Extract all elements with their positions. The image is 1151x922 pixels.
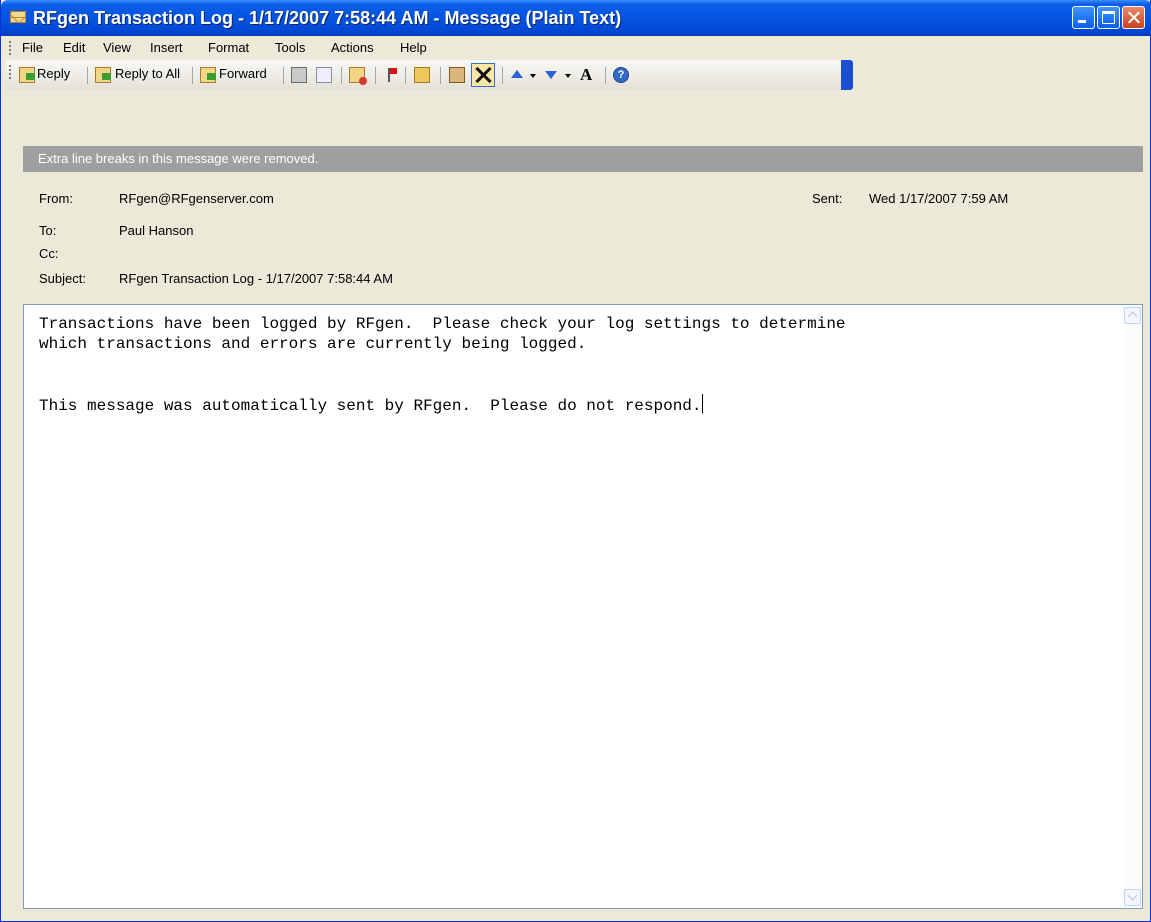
message-body[interactable]: Transactions have been logged by RFgen. … <box>23 304 1143 909</box>
cc-label: Cc: <box>39 246 59 261</box>
printer-icon[interactable] <box>291 67 307 83</box>
menu-file[interactable]: File <box>22 40 43 55</box>
envelope-icon <box>10 11 26 23</box>
toolbar-separator <box>87 67 88 84</box>
body-line-2: which transactions and errors are curren… <box>39 335 587 353</box>
menubar-grip[interactable] <box>9 41 11 55</box>
scroll-down-icon[interactable] <box>1124 889 1141 906</box>
previous-dropdown-icon[interactable] <box>530 74 536 78</box>
next-dropdown-icon[interactable] <box>565 74 571 78</box>
help-icon[interactable]: ? <box>613 67 629 83</box>
next-item-icon[interactable] <box>543 67 559 83</box>
text-caret <box>701 394 703 413</box>
toolbar-separator <box>341 67 342 84</box>
toolbar-separator <box>502 67 503 84</box>
menu-actions[interactable]: Actions <box>331 40 374 55</box>
toolbar-separator <box>375 67 376 84</box>
toolbar-separator <box>283 67 284 84</box>
minimize-button[interactable] <box>1072 6 1095 29</box>
menu-edit[interactable]: Edit <box>63 40 85 55</box>
sent-label: Sent: <box>812 191 843 206</box>
reply-icon[interactable] <box>19 67 35 83</box>
toolbar-separator <box>192 67 193 84</box>
toolbar-grip[interactable] <box>9 65 11 79</box>
from-value[interactable]: RFgen@RFgenserver.com <box>119 191 274 206</box>
reply-button[interactable]: Reply <box>37 66 70 81</box>
subject-value: RFgen Transaction Log - 1/17/2007 7:58:4… <box>119 271 393 286</box>
to-value[interactable]: Paul Hanson <box>119 223 193 238</box>
from-label: From: <box>39 191 73 206</box>
body-line-3: This message was automatically sent by R… <box>39 397 702 415</box>
reply-all-icon[interactable] <box>95 67 111 83</box>
info-bar[interactable]: Extra line breaks in this message were r… <box>23 146 1143 172</box>
menu-view[interactable]: View <box>103 40 131 55</box>
flag-icon[interactable] <box>383 67 399 83</box>
forward-button[interactable]: Forward <box>219 66 267 81</box>
menu-insert[interactable]: Insert <box>150 40 183 55</box>
maximize-button[interactable] <box>1097 6 1120 29</box>
forward-icon[interactable] <box>200 67 216 83</box>
toolbar-separator <box>405 67 406 84</box>
body-line-1: Transactions have been logged by RFgen. … <box>39 315 846 333</box>
toolbar-options-chevron-icon[interactable] <box>841 60 853 90</box>
window-title: RFgen Transaction Log - 1/17/2007 7:58:4… <box>33 8 622 28</box>
copy-icon[interactable] <box>316 67 332 83</box>
mark-unread-icon[interactable] <box>349 67 367 85</box>
move-to-folder-icon[interactable] <box>414 67 430 83</box>
title-bar[interactable]: RFgen Transaction Log - 1/17/2007 7:58:4… <box>1 0 1151 36</box>
close-button[interactable] <box>1122 6 1145 29</box>
previous-item-icon[interactable] <box>509 67 525 83</box>
standard-toolbar: Reply Reply to All Forward A ? <box>5 60 849 90</box>
to-label: To: <box>39 223 57 238</box>
toolbar-separator <box>605 67 606 84</box>
paste-icon[interactable] <box>449 67 465 83</box>
scroll-up-icon[interactable] <box>1124 307 1141 324</box>
reply-all-button[interactable]: Reply to All <box>115 66 180 81</box>
vertical-scrollbar[interactable] <box>1123 305 1142 908</box>
message-text[interactable]: Transactions have been logged by RFgen. … <box>39 314 846 416</box>
font-size-icon[interactable]: A <box>580 65 592 85</box>
toolbar-separator <box>440 67 441 84</box>
delete-icon[interactable] <box>471 63 495 87</box>
subject-label: Subject: <box>39 271 86 286</box>
message-window: RFgen Transaction Log - 1/17/2007 7:58:4… <box>0 0 1151 922</box>
sent-value: Wed 1/17/2007 7:59 AM <box>869 191 1009 206</box>
menu-format[interactable]: Format <box>208 40 249 55</box>
menu-tools[interactable]: Tools <box>275 40 305 55</box>
menu-help[interactable]: Help <box>400 40 427 55</box>
menu-bar: File Edit View Insert Format Tools Actio… <box>5 36 1147 60</box>
